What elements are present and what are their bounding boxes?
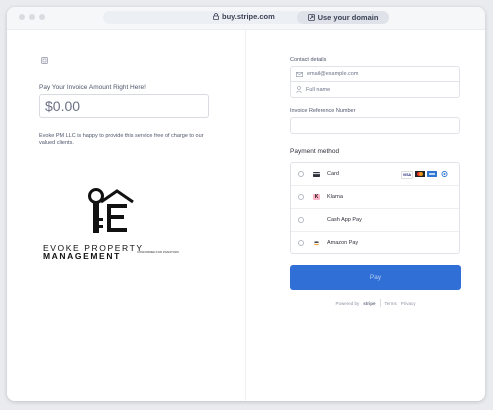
amazon-radio[interactable] [298, 240, 304, 246]
privacy-link[interactable]: Privacy [401, 301, 416, 306]
footer-divider [379, 299, 381, 307]
window-maximize-dot[interactable] [39, 14, 45, 20]
cashapp-label: Cash App Pay [327, 217, 362, 223]
left-pane: Pay Your Invoice Amount Right Here! $0.0… [7, 30, 245, 401]
stripe-logo[interactable]: stripe [363, 301, 375, 306]
full-name-placeholder: Full name [306, 86, 331, 93]
merchant-icon[interactable] [41, 57, 48, 64]
person-icon [296, 86, 302, 93]
amazon-label: Amazon Pay [327, 240, 359, 246]
browser-titlebar: buy.stripe.com Use your domain [7, 7, 485, 30]
use-your-domain-label: Use your domain [317, 13, 379, 22]
klarna-radio[interactable] [298, 194, 304, 200]
mastercard-icon [415, 171, 425, 177]
stripe-footer: Powered by stripe Terms Privacy [290, 299, 461, 307]
payment-option-klarna[interactable]: K Klarna [291, 186, 459, 209]
key-house-logo-icon [88, 188, 134, 233]
reference-label: Invoice Reference Number [290, 108, 356, 114]
pay-button-label: Pay [369, 274, 382, 281]
contact-details-title: Contact details [290, 57, 327, 63]
card-icon [313, 171, 320, 177]
window-minimize-dot[interactable] [29, 14, 35, 20]
lock-icon [213, 13, 219, 20]
email-field[interactable]: email@example.com [290, 66, 460, 82]
address-url: buy.stripe.com [222, 12, 275, 21]
domain-icon [307, 14, 315, 21]
amount-input[interactable]: $0.00 [39, 94, 209, 118]
right-pane: Contact details email@example.com Full n… [245, 30, 485, 401]
reference-number-field[interactable] [290, 117, 460, 134]
terms-link[interactable]: Terms [385, 301, 397, 306]
payment-option-card[interactable]: Card VISA [291, 163, 459, 186]
email-placeholder: email@example.com [307, 71, 359, 77]
klarna-label: Klarna [327, 194, 343, 200]
full-name-field[interactable]: Full name [290, 82, 460, 98]
cashapp-radio[interactable] [298, 217, 304, 223]
mail-icon [296, 71, 303, 77]
pay-button[interactable]: Pay [290, 265, 461, 290]
payment-method-title: Payment method [290, 148, 340, 155]
amount-label: Pay Your Invoice Amount Right Here! [39, 84, 146, 91]
company-logo: EVOKE PROPERTY MANAGEMENT CONFORMED FOR … [43, 188, 183, 268]
logo-tagline: CONFORMED FOR INVESTORS [137, 250, 179, 254]
payment-option-amazon[interactable]: Amazon Pay [291, 232, 459, 255]
amazon-icon [313, 240, 320, 246]
card-label: Card [327, 171, 339, 177]
amex-icon [427, 171, 437, 177]
merchant-description: Evoke PM LLC is happy to provide this se… [39, 133, 204, 146]
window-close-dot[interactable] [19, 14, 25, 20]
logo-text-line2: MANAGEMENT [43, 251, 121, 261]
card-radio[interactable] [298, 171, 304, 177]
payment-option-cashapp[interactable]: Cash App Pay [291, 209, 459, 232]
visa-icon: VISA [401, 171, 413, 179]
browser-window: buy.stripe.com Use your domain Pay Your … [7, 7, 485, 401]
powered-by-label: Powered by [335, 300, 360, 306]
card-brands: VISA [401, 171, 449, 179]
use-your-domain-button[interactable]: Use your domain [297, 11, 389, 24]
klarna-icon: K [313, 194, 320, 200]
payment-method-list: Card VISA K Klarna Cash App Pay Amazon P… [290, 162, 460, 254]
discover-icon [439, 171, 449, 177]
